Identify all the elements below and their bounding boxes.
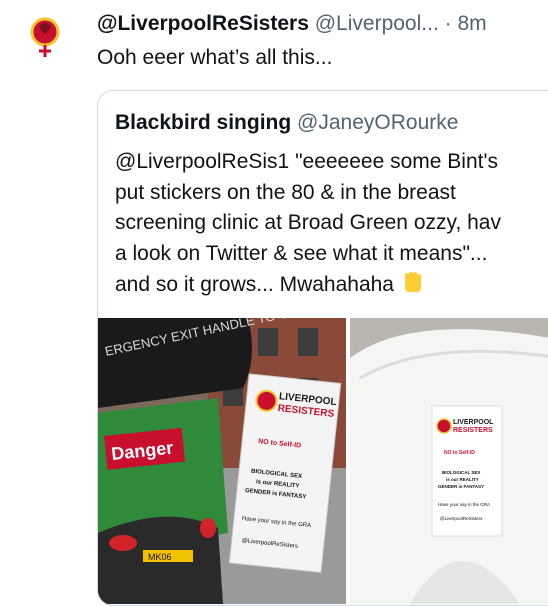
sticker-line: NO to Self-ID — [444, 450, 475, 456]
media-photo-dispenser[interactable]: LIVERPOOL RESISTERS NO to Self-ID BIOLOG… — [350, 318, 548, 604]
quoted-text-line: screening clinic at Broad Green ozzy, ha… — [115, 211, 501, 234]
quoted-tweet-text: @LiverpoolReSis1 "eeeeeee some Bint's pu… — [115, 147, 548, 301]
author-display-name[interactable]: @LiverpoolReSisters — [97, 12, 309, 35]
tweet-header: @LiverpoolReSisters @Liverpool... · 8m — [97, 10, 538, 38]
separator-dot: · — [444, 12, 452, 35]
sticker-title-1: LIVERPOOL — [453, 419, 494, 426]
quoted-author-handle[interactable]: @JaneyORourke — [297, 111, 458, 134]
profile-avatar[interactable] — [22, 12, 68, 58]
quoted-tweet-header: Blackbird singing @JaneyORourke — [115, 111, 458, 135]
quoted-author-name[interactable]: Blackbird singing — [115, 111, 291, 134]
sticker-line: @LiverpoolReSisters — [440, 516, 483, 521]
tweet-timestamp[interactable]: 8m — [457, 12, 486, 35]
quoted-media-grid: ERGENCY EXIT HANDLE TO OPEN Danger MK06 … — [98, 318, 548, 604]
quoted-text-line: and so it grows... Mwahahaha — [115, 273, 394, 296]
sticker-line: BIOLOGICAL SEX — [442, 470, 480, 475]
quoted-tweet-card[interactable]: Blackbird singing @JaneyORourke @Liverpo… — [97, 90, 548, 606]
sticker-line: is our REALITY — [446, 477, 479, 482]
quoted-text-line: @LiverpoolReSis1 "eeeeeee some Bint's — [115, 150, 498, 173]
author-handle[interactable]: @Liverpool... — [315, 12, 439, 35]
sticker-title-2: RESISTERS — [453, 427, 493, 434]
sticker-right: LIVERPOOL RESISTERS NO to Self-ID BIOLOG… — [431, 405, 503, 537]
sticker-left: LIVERPOOL RESISTERS NO to Self-ID BIOLOG… — [228, 373, 342, 573]
sticker-line: GENDER is FANTASY — [438, 484, 484, 489]
car-plate: MK06 — [148, 552, 172, 562]
fist-emoji-icon — [404, 272, 421, 292]
tweet-text: Ooh eeer what’s all this... — [97, 46, 333, 69]
quoted-text-line: a look on Twitter & see what it means"..… — [115, 241, 488, 265]
quoted-text-line: put stickers on the 80 & in the breast — [115, 180, 456, 204]
media-photo-bus[interactable]: ERGENCY EXIT HANDLE TO OPEN Danger MK06 … — [98, 318, 346, 604]
sticker-line: Have your say in the GRA — [438, 502, 490, 507]
